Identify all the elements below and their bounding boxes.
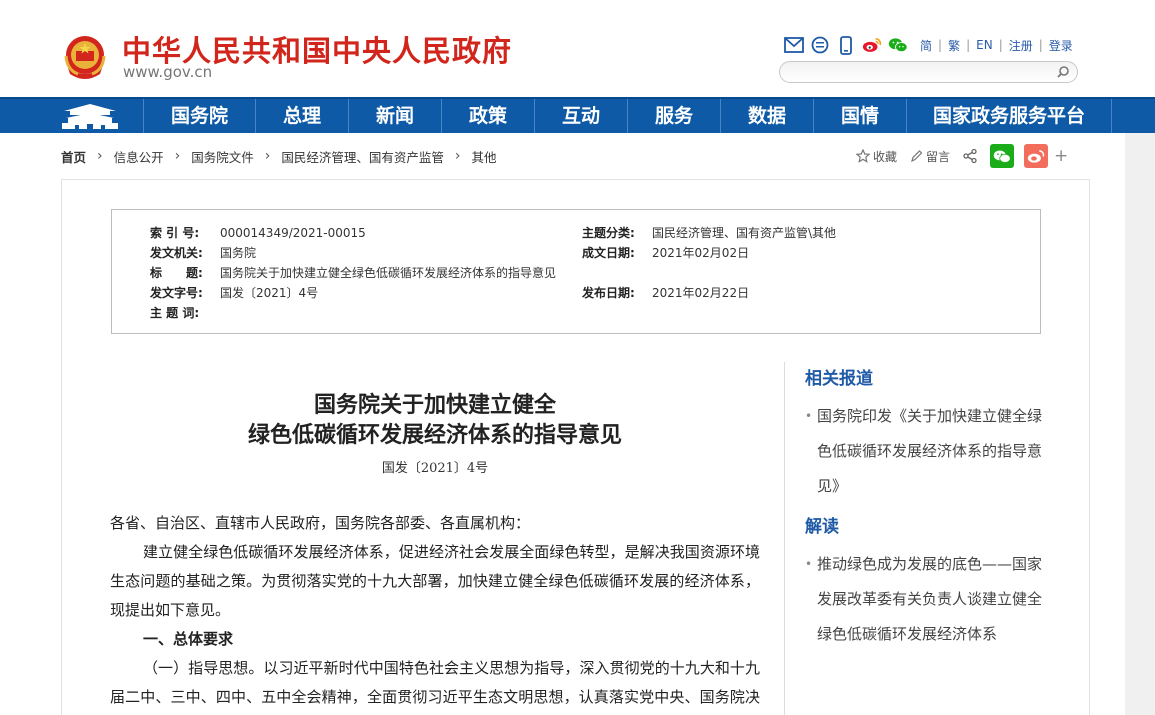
nav-item-services[interactable]: 服务: [627, 99, 720, 133]
meta-keywords-label: 主 题 词:: [150, 306, 200, 320]
nav-item-state-council[interactable]: 国务院: [143, 99, 255, 133]
nav-item-premier[interactable]: 总理: [255, 99, 348, 133]
meta-title: 标 题: 国务院关于加快建立健全绿色低碳循环发展经济体系的指导意见: [150, 264, 556, 281]
weibo-icon: [1027, 149, 1045, 163]
item-label: （一）指导思想。: [143, 659, 264, 677]
weibo-share-button[interactable]: [1024, 144, 1049, 168]
document-number: 国发〔2021〕4号: [381, 461, 489, 476]
meta-published-value: 2021年02月22日: [652, 286, 750, 300]
wechat-share-button[interactable]: [990, 144, 1015, 168]
interpretation-heading: 解读: [805, 517, 839, 537]
interpretation-list: 推动绿色成为发展的底色——国家发展改革委有关负责人谈建立健全绿色低碳循环发展经济…: [805, 547, 1045, 652]
meta-index-value: 000014349/2021-00015: [220, 226, 366, 240]
related-reports-list: 国务院印发《关于加快建立健全绿色低碳循环发展经济体系的指导意见》: [805, 399, 1045, 504]
register-link[interactable]: 注册: [1009, 37, 1033, 54]
nav-item-national-info[interactable]: 国情: [813, 99, 906, 133]
document-intro: 建立健全绿色低碳循环发展经济体系，促进经济社会发展全面绿色转型，是解决我国资源环…: [110, 543, 760, 619]
meta-issuer: 发文机关: 国务院: [150, 244, 256, 261]
column-divider: [784, 362, 785, 715]
chevron-right-icon: ›: [264, 148, 271, 164]
lang-english-link[interactable]: EN: [976, 38, 993, 52]
breadcrumb-state-council-docs[interactable]: 国务院文件: [191, 147, 254, 166]
pen-icon: [911, 150, 923, 163]
meta-index: 索 引 号: 000014349/2021-00015: [150, 224, 366, 241]
lang-traditional-link[interactable]: 繁: [948, 37, 960, 54]
breadcrumb-home[interactable]: 首页: [61, 147, 86, 166]
meta-created-label: 成文日期:: [582, 246, 635, 260]
favorite-button[interactable]: 收藏: [856, 148, 897, 165]
comment-button[interactable]: 留言: [909, 148, 950, 165]
star-icon: [856, 149, 870, 163]
more-share-button[interactable]: +: [1054, 146, 1068, 166]
meta-title-label: 标 题:: [150, 266, 203, 280]
search-box: [779, 61, 1078, 83]
weibo-icon[interactable]: [862, 35, 882, 55]
document-metadata-table: 索 引 号: 000014349/2021-00015 主题分类: 国民经济管理、国…: [111, 209, 1041, 334]
meta-topic: 主题分类: 国民经济管理、国有资产监管\其他: [582, 224, 836, 241]
meta-topic-label: 主题分类:: [582, 226, 635, 240]
chevron-right-icon: ›: [97, 148, 103, 164]
section-heading: 一、总体要求: [143, 630, 234, 648]
chevron-right-icon: ›: [174, 148, 181, 164]
breadcrumb-economy[interactable]: 国民经济管理、国有资产监管: [281, 147, 444, 166]
national-emblem-icon[interactable]: [62, 34, 108, 82]
tiananmen-icon[interactable]: [58, 101, 122, 131]
meta-published: 发布日期: 2021年02月22日: [582, 284, 749, 301]
meta-keywords: 主 题 词:: [150, 304, 220, 321]
nav-item-gov-service-platform[interactable]: 国家政务服务平台: [906, 99, 1112, 133]
meta-issuer-value: 国务院: [220, 246, 257, 260]
document-title-line1: 国务院关于加快建立健全: [313, 392, 556, 418]
lang-simplified-link[interactable]: 简: [920, 37, 932, 54]
main-nav: 国务院 总理 新闻 政策 互动 服务 数据 国情 国家政务服务平台: [0, 97, 1155, 133]
share-icon: [963, 148, 977, 164]
nav-item-data[interactable]: 数据: [720, 99, 813, 133]
right-gutter: [1125, 133, 1155, 715]
meta-issuer-label: 发文机关:: [150, 246, 203, 260]
site-url[interactable]: www.gov.cn: [123, 63, 212, 81]
meta-index-label: 索 引 号:: [150, 226, 200, 240]
meta-docno: 发文字号: 国发〔2021〕4号: [150, 284, 318, 301]
related-reports-heading: 相关报道: [805, 369, 873, 389]
sidebar: 相关报道 国务院印发《关于加快建立健全绿色低碳循环发展经济体系的指导意见》 解读…: [805, 366, 1045, 652]
related-report-link[interactable]: 国务院印发《关于加快建立健全绿色低碳循环发展经济体系的指导意见》: [805, 399, 1045, 504]
chat-icon[interactable]: [810, 35, 830, 55]
breadcrumb: 首页 › 信息公开 › 国务院文件 › 国民经济管理、国有资产监管 › 其他: [61, 147, 497, 165]
interpretation-link[interactable]: 推动绿色成为发展的底色——国家发展改革委有关负责人谈建立健全绿色低碳循环发展经济…: [805, 547, 1045, 652]
document-address: 各省、自治区、直辖市人民政府，国务院各部委、各直属机构：: [110, 514, 531, 532]
meta-created-value: 2021年02月02日: [652, 246, 750, 260]
site-header: 中华人民共和国中央人民政府 www.gov.cn 简 | 繁 | EN | 注册 | 登…: [0, 0, 1155, 97]
nav-item-policy[interactable]: 政策: [441, 99, 534, 133]
mobile-icon[interactable]: [836, 35, 856, 55]
meta-published-label: 发布日期:: [582, 286, 635, 300]
document-paragraph: （一）指导思想。以习近平新时代中国特色社会主义思想为指导，深入贯彻党的十九大和十…: [110, 654, 760, 715]
meta-created: 成文日期: 2021年02月02日: [582, 244, 749, 261]
favorite-label: 收藏: [873, 149, 898, 164]
meta-docno-value: 国发〔2021〕4号: [220, 286, 319, 300]
search-icon[interactable]: [1055, 64, 1071, 80]
share-button[interactable]: [962, 148, 978, 164]
login-link[interactable]: 登录: [1049, 37, 1073, 54]
document-title-line2: 绿色低碳循环发展经济体系的指导意见: [247, 422, 622, 448]
breadcrumb-other[interactable]: 其他: [472, 147, 497, 166]
language-links: 简 | 繁 | EN | 注册 | 登录: [920, 37, 1073, 54]
chevron-right-icon: ›: [454, 148, 461, 164]
breadcrumb-info-disclosure[interactable]: 信息公开: [114, 147, 164, 166]
wechat-icon: [993, 150, 1011, 163]
meta-title-value: 国务院关于加快建立健全绿色低碳循环发展经济体系的指导意见: [220, 266, 557, 280]
comment-label: 留言: [926, 149, 951, 164]
mail-icon[interactable]: [784, 35, 804, 55]
share-toolbar: 收藏 留言 +: [856, 143, 1068, 169]
meta-docno-label: 发文字号:: [150, 286, 203, 300]
document-body: 国务院关于加快建立健全 绿色低碳循环发展经济体系的指导意见 国发〔2021〕4号…: [110, 360, 760, 715]
meta-topic-value: 国民经济管理、国有资产监管\其他: [652, 226, 837, 240]
document-title: 国务院关于加快建立健全 绿色低碳循环发展经济体系的指导意见: [110, 390, 760, 450]
nav-item-interaction[interactable]: 互动: [534, 99, 627, 133]
top-links: 简 | 繁 | EN | 注册 | 登录: [784, 34, 1073, 56]
nav-item-news[interactable]: 新闻: [348, 99, 441, 133]
wechat-icon[interactable]: [888, 35, 908, 55]
search-input[interactable]: [790, 64, 1050, 80]
